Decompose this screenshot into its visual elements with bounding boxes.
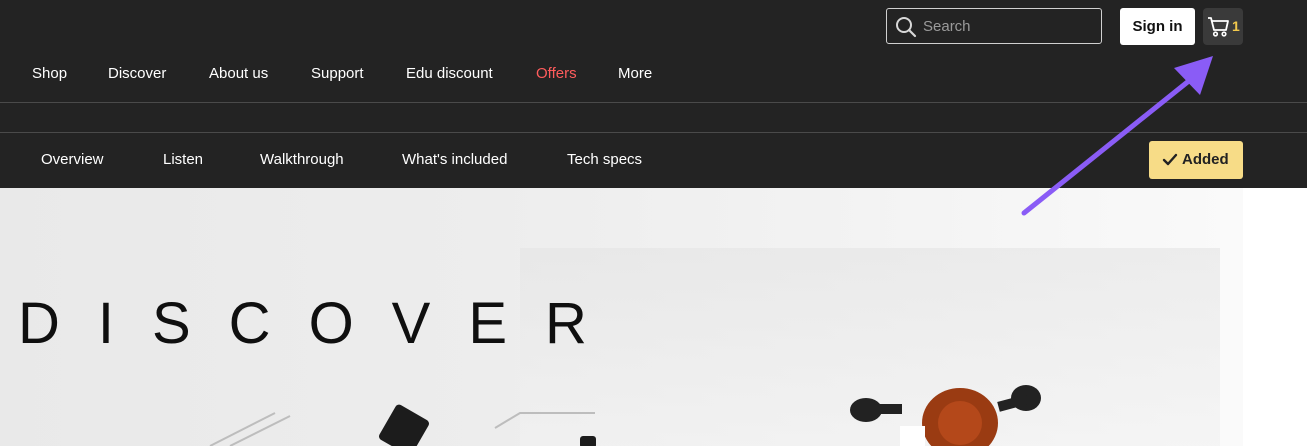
- subnav-item-overview[interactable]: Overview: [41, 151, 104, 168]
- subnav-item-listen[interactable]: Listen: [163, 151, 203, 168]
- nav-item-more[interactable]: More: [618, 65, 652, 82]
- checkmark-icon: [1162, 153, 1178, 166]
- added-to-cart-button[interactable]: Added: [1149, 141, 1243, 179]
- subnav-item-whats-included[interactable]: What's included: [402, 151, 507, 168]
- nav-item-support[interactable]: Support: [311, 65, 364, 82]
- search-icon: [896, 17, 917, 38]
- cart-count-badge: 1: [1232, 18, 1240, 34]
- nav-item-edu-discount[interactable]: Edu discount: [406, 65, 493, 82]
- search-input[interactable]: Search: [923, 18, 971, 35]
- page-gutter: [1243, 188, 1307, 446]
- search-box[interactable]: Search: [886, 8, 1102, 44]
- hero-instruments-image: [209, 385, 1041, 446]
- nav-divider: [0, 132, 1307, 133]
- nav-divider: [0, 102, 1307, 103]
- sign-in-button[interactable]: Sign in: [1120, 8, 1195, 45]
- nav-item-shop[interactable]: Shop: [32, 65, 67, 82]
- hero-banner: DISCOVER: [0, 188, 1243, 446]
- subnav-item-tech-specs[interactable]: Tech specs: [567, 151, 642, 168]
- cart-button[interactable]: 1: [1203, 8, 1243, 45]
- cart-icon: [1208, 17, 1229, 37]
- subnav-item-walkthrough[interactable]: Walkthrough: [260, 151, 344, 168]
- added-label: Added: [1182, 151, 1229, 168]
- nav-item-discover[interactable]: Discover: [108, 65, 166, 82]
- nav-item-offers[interactable]: Offers: [536, 65, 577, 82]
- header-bar: Search Sign in 1 Shop Discover About us …: [0, 0, 1307, 188]
- nav-item-about-us[interactable]: About us: [209, 65, 268, 82]
